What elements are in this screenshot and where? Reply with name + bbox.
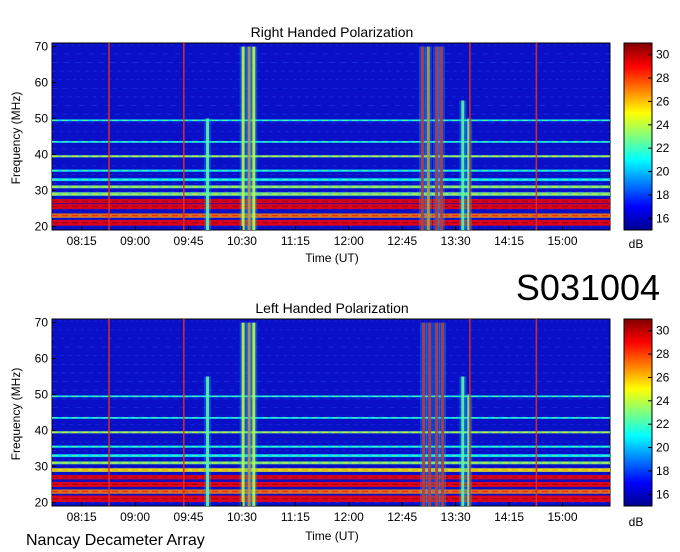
x-tick-label: 14:15 xyxy=(494,234,524,248)
colorbar: 16 18 20 22 24 26 28 30 xyxy=(623,318,670,507)
x-tick-label: 15:00 xyxy=(547,234,577,248)
burst-glow xyxy=(250,322,258,506)
burst-glow xyxy=(465,394,473,506)
x-tick-label: 12:45 xyxy=(387,234,417,248)
colorbar-tick-label: 18 xyxy=(656,464,670,478)
x-tick-label: 14:15 xyxy=(494,510,524,524)
y-tick-label: 60 xyxy=(35,76,49,90)
panel-left-polarization: Left Handed Polarization 08:15 09:00 09:45… xyxy=(9,300,670,543)
x-tick-label: 10:30 xyxy=(227,234,257,248)
burst-glow xyxy=(465,118,473,230)
y-tick-label: 70 xyxy=(35,316,49,330)
x-axis-label: Time (UT) xyxy=(305,251,359,265)
colorbar-tick-label: 24 xyxy=(656,118,670,132)
colorbar-tick-label: 20 xyxy=(656,441,670,455)
colorbar-label: dB xyxy=(629,237,644,251)
x-tick-label: 08:15 xyxy=(67,234,97,248)
burst-glow xyxy=(250,46,258,230)
x-tick-label: 13:30 xyxy=(441,234,471,248)
y-tick-label: 70 xyxy=(35,40,49,54)
x-tick-label: 15:00 xyxy=(547,510,577,524)
x-tick-label: 09:45 xyxy=(174,510,204,524)
colorbar-tick-label: 26 xyxy=(656,370,670,384)
y-tick-label: 20 xyxy=(35,219,49,233)
panel-title: Left Handed Polarization xyxy=(255,300,408,316)
colorbar-tick-label: 24 xyxy=(656,394,670,408)
burst-glow xyxy=(426,322,434,506)
burst-glow xyxy=(204,118,212,230)
y-tick-label: 20 xyxy=(35,495,49,509)
x-tick-label: 08:15 xyxy=(67,510,97,524)
colorbar-tick-label: 28 xyxy=(656,71,670,85)
colorbar-tick-label: 30 xyxy=(656,324,670,338)
y-tick-label: 30 xyxy=(35,459,49,473)
colorbar-tick-label: 26 xyxy=(656,94,670,108)
colorbar-tick-label: 22 xyxy=(656,141,670,155)
x-tick-label: 11:15 xyxy=(281,234,310,248)
colorbar-tick-label: 18 xyxy=(656,188,670,202)
colorbar-label: dB xyxy=(629,515,644,529)
x-tick-label: 13:30 xyxy=(441,510,471,524)
x-tick-label: 12:00 xyxy=(334,510,364,524)
colorbar-tick-label: 30 xyxy=(656,48,670,62)
x-tick-label: 09:00 xyxy=(120,234,150,248)
y-axis-label: Frequency (MHz) xyxy=(9,368,23,461)
x-tick-label: 09:45 xyxy=(174,234,204,248)
burst-glow xyxy=(437,46,445,230)
y-tick-label: 30 xyxy=(35,183,49,197)
y-tick-label: 40 xyxy=(35,147,49,161)
colorbar-tick-label: 22 xyxy=(656,417,670,431)
x-tick-label: 12:45 xyxy=(387,510,417,524)
dynamic-spectrum-figure: Right Handed Polarization 08:15 09:00 09:4… xyxy=(9,24,670,549)
x-tick-label: 11:15 xyxy=(281,510,310,524)
panel-right-polarization: Right Handed Polarization 08:15 09:00 09:4… xyxy=(9,24,670,265)
burst-glow xyxy=(439,322,447,506)
y-tick-label: 50 xyxy=(35,388,49,402)
colorbar: 16 18 20 22 24 26 28 30 xyxy=(623,42,670,231)
x-axis-label: Time (UT) xyxy=(305,529,359,543)
x-tick-label: 09:00 xyxy=(120,510,150,524)
y-tick-label: 60 xyxy=(35,352,49,366)
y-tick-label: 50 xyxy=(35,112,49,126)
x-tick-label: 10:30 xyxy=(227,510,257,524)
colorbar-gradient xyxy=(623,318,653,507)
x-tick-label: 12:00 xyxy=(334,234,364,248)
colorbar-tick-label: 20 xyxy=(656,165,670,179)
colorbar-tick-label: 28 xyxy=(656,347,670,361)
observation-code: S031004 xyxy=(516,267,660,308)
footer-label: Nancay Decameter Array xyxy=(26,532,205,549)
y-tick-label: 40 xyxy=(35,423,49,437)
colorbar-gradient xyxy=(623,42,653,231)
burst-glow xyxy=(204,376,212,506)
burst-glow xyxy=(424,46,432,230)
y-axis-label: Frequency (MHz) xyxy=(9,92,23,185)
colorbar-tick-label: 16 xyxy=(656,487,670,501)
panel-title: Right Handed Polarization xyxy=(251,24,414,40)
colorbar-tick-label: 16 xyxy=(656,211,670,225)
